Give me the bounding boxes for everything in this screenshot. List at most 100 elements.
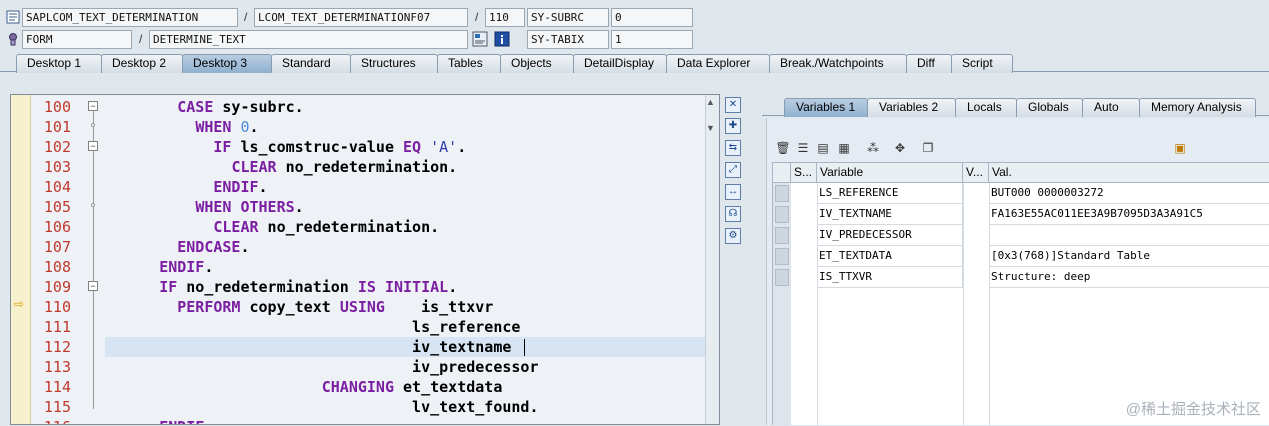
code-line[interactable]: WHEN 0.: [105, 117, 259, 137]
code-keyword: WHEN OTHERS: [195, 198, 294, 216]
code-line[interactable]: iv_textname: [105, 337, 511, 357]
layout-icon[interactable]: ▦: [836, 140, 852, 156]
block-type-field[interactable]: FORM: [22, 30, 132, 49]
tab-standard[interactable]: Standard: [271, 54, 351, 73]
program-name-field[interactable]: SAPLCOM_TEXT_DETERMINATION: [22, 8, 238, 27]
column-header-s[interactable]: S...: [791, 163, 817, 183]
tab-diff[interactable]: Diff: [906, 54, 952, 73]
line-number: 116: [31, 417, 83, 425]
detail-list-icon[interactable]: ▤: [815, 140, 831, 156]
sysvar-subrc-value[interactable]: 0: [611, 8, 693, 27]
code-keyword: ENDIF: [159, 418, 204, 425]
swap-tool-icon[interactable]: ⇆: [725, 140, 741, 156]
tab-desktop-1[interactable]: Desktop 1: [16, 54, 102, 73]
delete-icon[interactable]: 🗑: [775, 140, 791, 156]
move-icon[interactable]: ✥: [892, 140, 908, 156]
variable-name-cell[interactable]: ET_TEXTDATA: [817, 246, 963, 267]
variable-name-cell[interactable]: IV_PREDECESSOR: [817, 225, 963, 246]
new-tool-icon[interactable]: ✚: [725, 118, 741, 134]
variable-value-cell[interactable]: [989, 225, 1269, 246]
maximize-icon[interactable]: ⤢: [725, 162, 741, 178]
services-icon[interactable]: ⚙: [725, 228, 741, 244]
variables-grid[interactable]: S... Variable V... Val. LS_REFERENCE BUT0…: [772, 162, 1269, 425]
fold-toggle[interactable]: −: [88, 101, 98, 111]
tab-script[interactable]: Script: [951, 54, 1013, 73]
sysvar-tabix-value[interactable]: 1: [611, 30, 693, 49]
code-token: ls_reference: [412, 318, 520, 336]
column-header-variable[interactable]: Variable: [817, 163, 963, 183]
copy-icon[interactable]: ❐: [920, 140, 936, 156]
save-icon[interactable]: ▣: [1172, 140, 1188, 156]
hierarchy-icon[interactable]: ⁂: [865, 140, 881, 156]
grid-corner[interactable]: [773, 163, 791, 183]
row-selector[interactable]: [775, 185, 789, 202]
code-line[interactable]: ls_reference: [105, 317, 520, 337]
code-line[interactable]: ENDCASE.: [105, 237, 250, 257]
include-name-field[interactable]: LCOM_TEXT_DETERMINATIONF07: [254, 8, 468, 27]
code-line[interactable]: iv_predecessor: [105, 357, 538, 377]
tab-desktop-3[interactable]: Desktop 3: [182, 54, 272, 73]
code-keyword: CASE: [177, 98, 213, 116]
code-body[interactable]: CASE sy-subrc. WHEN 0. IF ls_comstruc-va…: [105, 95, 705, 424]
variable-value-cell[interactable]: BUT000 0000003272: [989, 183, 1269, 204]
headset-icon[interactable]: ☊: [725, 206, 741, 222]
code-line[interactable]: IF no_redetermination IS INITIAL.: [105, 277, 457, 297]
code-line[interactable]: CLEAR no_redetermination.: [105, 157, 457, 177]
variable-value-cell[interactable]: FA163E55AC011EE3A9B7095D3A3A91C5: [989, 204, 1269, 225]
tab-objects[interactable]: Objects: [500, 54, 574, 73]
info-icon[interactable]: [494, 31, 510, 47]
code-line[interactable]: lv_text_found.: [105, 397, 538, 417]
code-line[interactable]: CHANGING et_textdata: [105, 377, 502, 397]
block-name-field[interactable]: DETERMINE_TEXT: [149, 30, 468, 49]
row-selector[interactable]: [775, 206, 789, 223]
row-selector[interactable]: [775, 248, 789, 265]
code-indent: [105, 318, 412, 336]
tab-variables-1[interactable]: Variables 1: [784, 98, 868, 117]
variable-name-cell[interactable]: IS_TTXVR: [817, 267, 963, 288]
sysvar-subrc-field[interactable]: SY-SUBRC: [527, 8, 609, 27]
tab-desktop-2[interactable]: Desktop 2: [101, 54, 183, 73]
code-line[interactable]: CLEAR no_redetermination.: [105, 217, 439, 237]
variable-value-cell[interactable]: Structure: deep: [989, 267, 1269, 288]
list-icon[interactable]: ☰: [795, 140, 811, 156]
line-number-field[interactable]: 110: [485, 8, 525, 27]
code-line[interactable]: CASE sy-subrc.: [105, 97, 304, 117]
tab-breakpoints[interactable]: Break./Watchpoints: [769, 54, 907, 73]
code-line[interactable]: WHEN OTHERS.: [105, 197, 304, 217]
tab-data-explorer[interactable]: Data Explorer: [666, 54, 770, 73]
column-header-val[interactable]: Val.: [989, 163, 1269, 183]
resize-horizontal-icon[interactable]: ↔: [725, 184, 741, 200]
column-header-v[interactable]: V...: [963, 163, 989, 183]
tab-tables[interactable]: Tables: [437, 54, 501, 73]
scroll-up-icon[interactable]: ▲: [706, 97, 715, 107]
row-selector[interactable]: [775, 227, 789, 244]
display-source-icon[interactable]: [472, 31, 488, 47]
tab-locals[interactable]: Locals: [955, 98, 1017, 117]
code-line[interactable]: PERFORM copy_text USING is_ttxvr: [105, 297, 493, 317]
code-vertical-scrollbar[interactable]: [705, 95, 719, 424]
fold-toggle[interactable]: −: [88, 141, 98, 151]
fold-toggle[interactable]: −: [88, 281, 98, 291]
scroll-down-icon[interactable]: ▼: [706, 123, 715, 133]
row-selector[interactable]: [775, 269, 789, 286]
separator: /: [475, 10, 478, 24]
code-line[interactable]: ENDIF.: [105, 257, 213, 277]
code-line[interactable]: IF ls_comstruc-value EQ 'A'.: [105, 137, 466, 157]
tab-detaildisplay[interactable]: DetailDisplay: [573, 54, 667, 73]
tab-structures[interactable]: Structures: [350, 54, 438, 73]
source-code-pane[interactable]: − − − ⇨ 10010110210310410510610710810911…: [10, 94, 720, 425]
code-token: no_redetermination.: [277, 158, 458, 176]
variable-value-cell[interactable]: [0x3(768)]Standard Table: [989, 246, 1269, 267]
variable-name-cell[interactable]: LS_REFERENCE: [817, 183, 963, 204]
code-line[interactable]: ENDIF.: [105, 177, 268, 197]
variable-name-cell[interactable]: IV_TEXTNAME: [817, 204, 963, 225]
code-token: .: [204, 258, 213, 276]
breakpoint-gutter[interactable]: [11, 95, 31, 424]
code-line[interactable]: ENDIF.: [105, 417, 213, 425]
tab-memory-analysis[interactable]: Memory Analysis: [1139, 98, 1256, 117]
tab-globals[interactable]: Globals: [1016, 98, 1083, 117]
tab-variables-2[interactable]: Variables 2: [867, 98, 956, 117]
close-icon[interactable]: ✕: [725, 97, 741, 113]
tab-auto[interactable]: Auto: [1082, 98, 1140, 117]
sysvar-tabix-field[interactable]: SY-TABIX: [527, 30, 609, 49]
